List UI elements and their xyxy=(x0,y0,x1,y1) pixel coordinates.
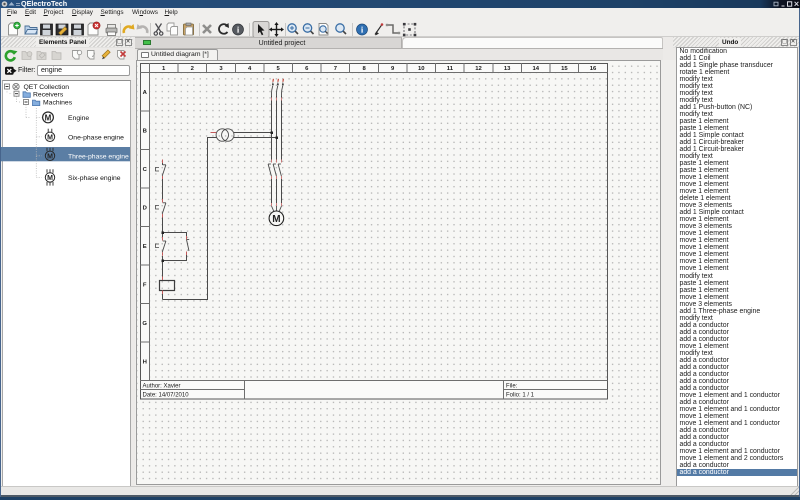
svg-text:E: E xyxy=(143,244,147,250)
svg-text:B: B xyxy=(143,129,147,135)
svg-text:M: M xyxy=(47,134,53,141)
svg-text:H: H xyxy=(143,359,147,365)
svg-text:QET Collection: QET Collection xyxy=(24,84,70,91)
svg-text:Folio: 1 / 1: Folio: 1 / 1 xyxy=(506,393,535,399)
svg-text:Engine: Engine xyxy=(68,115,89,122)
svg-text:File:: File: xyxy=(506,383,518,389)
svg-text:F: F xyxy=(143,283,147,289)
svg-text:Machines: Machines xyxy=(43,100,73,107)
svg-text:Date: 14/07/2010: Date: 14/07/2010 xyxy=(143,393,190,399)
svg-text:10: 10 xyxy=(418,66,425,72)
svg-text:14: 14 xyxy=(533,66,540,72)
svg-text:Receivers: Receivers xyxy=(33,91,64,98)
svg-text:12: 12 xyxy=(475,66,482,72)
svg-text:Six-phase engine: Six-phase engine xyxy=(68,175,121,182)
svg-text:M: M xyxy=(47,153,53,160)
svg-text:16: 16 xyxy=(590,66,597,72)
svg-text:M: M xyxy=(272,214,280,225)
svg-text:11: 11 xyxy=(447,66,454,72)
svg-text:Author: Xavier: Author: Xavier xyxy=(143,383,181,389)
svg-text:G: G xyxy=(142,321,147,327)
svg-text:D: D xyxy=(143,206,147,212)
svg-text:A: A xyxy=(143,90,148,96)
svg-text:C: C xyxy=(143,167,148,173)
svg-text:M: M xyxy=(47,175,53,182)
svg-text:M: M xyxy=(45,113,52,122)
svg-text:15: 15 xyxy=(561,66,568,72)
svg-text:Three-phase engine: Three-phase engine xyxy=(68,153,129,160)
svg-text:13: 13 xyxy=(504,66,511,72)
svg-text:One-phase engine: One-phase engine xyxy=(68,134,124,141)
